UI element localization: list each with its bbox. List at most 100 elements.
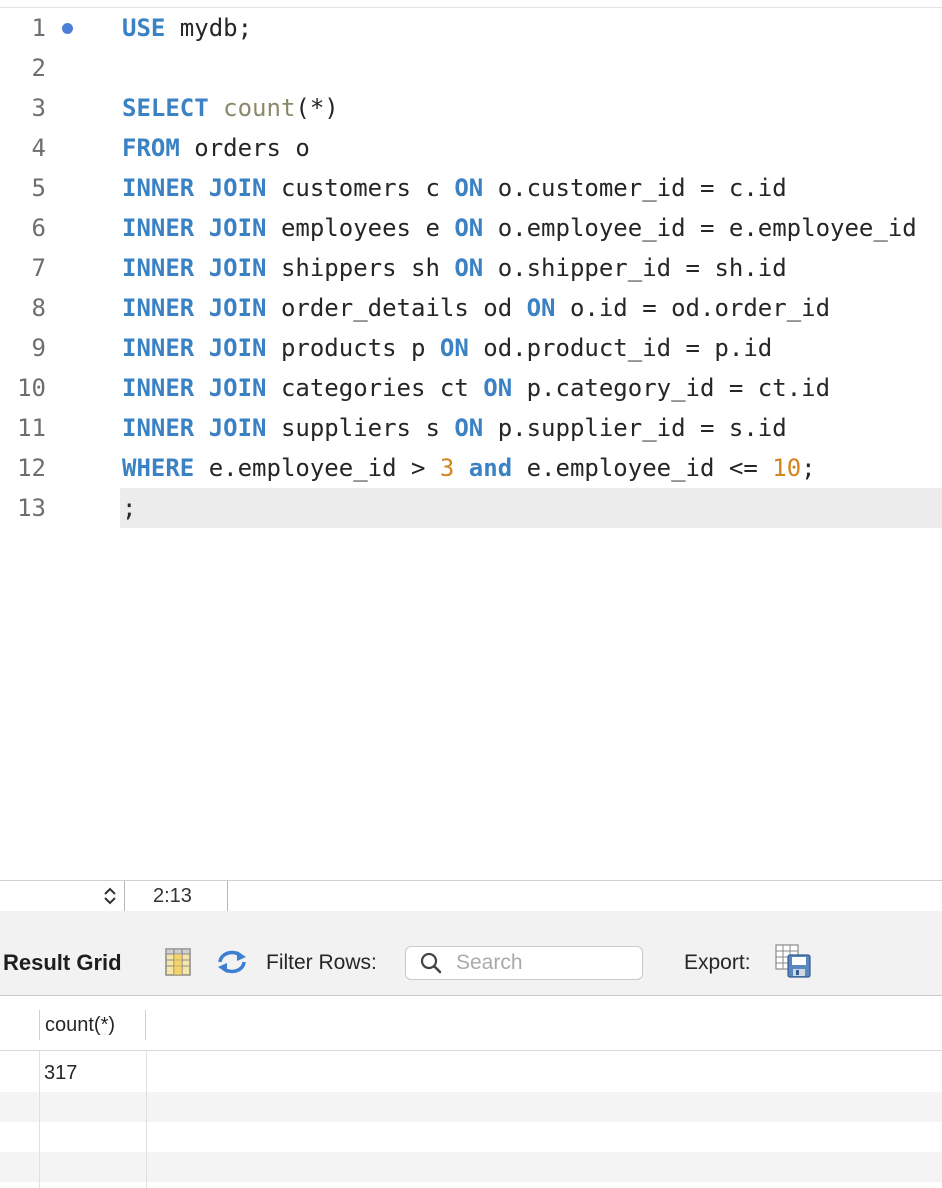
code-text: INNER JOIN order_details od ON o.id = od… [122,288,830,328]
code-text: FROM orders o [122,128,310,168]
code-line[interactable]: 11 INNER JOIN suppliers s ON p.supplier_i… [0,408,942,448]
sql-text: o.id = od.order_id [555,294,831,322]
sql-text: e.employee_id <= [512,454,773,482]
table-row[interactable]: 317 [0,1058,942,1088]
sql-text: o.employee_id = e.employee_id [483,214,917,242]
sql-text: categories ct [266,374,484,402]
cursor-position: 2:13 [153,885,192,907]
code-text: SELECT count(*) [122,88,339,128]
grid-header: count(*) [0,996,942,1051]
sql-keyword: SELECT [122,94,209,122]
code-line[interactable]: 1 USE mydb; [0,8,942,48]
line-number: 7 [31,254,46,282]
code-line[interactable]: 6 INNER JOIN employees e ON o.employee_id… [0,208,942,248]
sql-text: products p [266,334,440,362]
sql-text: ; [801,454,816,482]
sql-function: count [223,94,296,122]
grid-layout-icon[interactable] [165,948,191,976]
sql-text: (*) [295,94,339,122]
result-toolbar: Result Grid Filter Rows: Search Export: [0,911,942,996]
code-text: USE mydb; [122,8,252,48]
statement-marker-icon[interactable] [62,23,73,34]
result-grid-title[interactable]: Result Grid [3,950,122,976]
sql-text: e.employee_id > [194,454,440,482]
column-header-count[interactable]: count(*) [39,1010,146,1040]
sql-keyword: and [468,454,513,482]
filter-rows-label: Filter Rows: [266,951,377,974]
code-line[interactable]: 5 INNER JOIN customers c ON o.customer_id… [0,168,942,208]
sql-number: 10 [772,454,802,482]
cell-count[interactable]: 317 [44,1062,77,1085]
sql-text: ; [122,494,137,522]
code-line[interactable]: 9 INNER JOIN products p ON od.product_id … [0,328,942,368]
code-line[interactable]: 2 [0,48,942,88]
code-line[interactable]: 13; [0,488,942,528]
line-number: 5 [31,174,46,202]
up-down-chevron-icon[interactable] [100,884,120,908]
workbench-window: 1 USE mydb; 2 3 SELECT count(*) 4 FROM orders … [0,0,942,1188]
line-number: 6 [31,214,46,242]
line-number: 3 [31,94,46,122]
sql-text: orders o [179,134,310,162]
code-text: INNER JOIN customers c ON o.customer_id … [122,168,787,208]
sql-text: od.product_id = p.id [468,334,773,362]
filter-search-input[interactable] [456,950,636,976]
sql-keyword: INNER JOIN [122,254,267,282]
search-icon [420,952,442,974]
grid-column-divider [39,1050,40,1188]
line-number: 2 [31,54,46,82]
sql-text: p.supplier_id = s.id [483,414,787,442]
code-text: INNER JOIN shippers sh ON o.shipper_id =… [122,248,787,288]
code-line[interactable]: 12 WHERE e.employee_id > 3 and e.employee… [0,448,942,488]
sql-keyword: ON [483,374,513,402]
line-number: 13 [17,494,46,522]
grid-column-divider [146,1050,147,1188]
sql-keyword: INNER JOIN [122,174,267,202]
line-number: 4 [31,134,46,162]
sql-keyword: ON [439,334,469,362]
sql-text: shippers sh [266,254,455,282]
sql-text: employees e [266,214,455,242]
sql-text: o.customer_id = c.id [483,174,787,202]
code-text: INNER JOIN suppliers s ON p.supplier_id … [122,408,787,448]
sql-text: o.shipper_id = sh.id [483,254,787,282]
export-icon[interactable] [774,943,814,979]
line-number: 8 [31,294,46,322]
code-text: INNER JOIN employees e ON o.employee_id … [122,208,917,248]
sql-text: p.category_id = ct.id [512,374,831,402]
sql-text: order_details od [266,294,527,322]
table-row-empty [0,1092,942,1122]
status-divider [124,881,125,911]
sql-keyword: INNER JOIN [122,214,267,242]
code-line[interactable]: 7 INNER JOIN shippers sh ON o.shipper_id … [0,248,942,288]
sql-keyword: ON [526,294,556,322]
code-line[interactable]: 8 INNER JOIN order_details od ON o.id = o… [0,288,942,328]
code-line[interactable]: 10 INNER JOIN categories ct ON p.category… [0,368,942,408]
sql-text: customers c [266,174,455,202]
line-number: 11 [17,414,46,442]
line-number: 10 [17,374,46,402]
sql-number: 3 [439,454,455,482]
sql-keyword: FROM [122,134,180,162]
filter-search-box[interactable] [405,946,643,980]
sql-keyword: ON [454,174,484,202]
sql-text: suppliers s [266,414,455,442]
code-text: WHERE e.employee_id > 3 and e.employee_i… [122,448,816,488]
sql-keyword: INNER JOIN [122,334,267,362]
table-row-empty [0,1122,942,1152]
code-line[interactable]: 4 FROM orders o [0,128,942,168]
sql-keyword: INNER JOIN [122,294,267,322]
refresh-icon[interactable] [215,948,249,976]
sql-keyword: INNER JOIN [122,414,267,442]
code-line[interactable]: 3 SELECT count(*) [0,88,942,128]
sql-text: mydb; [165,14,253,42]
sql-keyword: INNER JOIN [122,374,267,402]
sql-keyword: WHERE [122,454,195,482]
result-grid[interactable]: count(*) 317 [0,996,942,1188]
code-text: INNER JOIN products p ON od.product_id =… [122,328,772,368]
sql-editor[interactable]: 1 USE mydb; 2 3 SELECT count(*) 4 FROM orders … [0,0,942,880]
sql-keyword: ON [454,214,484,242]
status-divider [227,881,228,911]
editor-status-strip: 2:13 [0,880,942,911]
